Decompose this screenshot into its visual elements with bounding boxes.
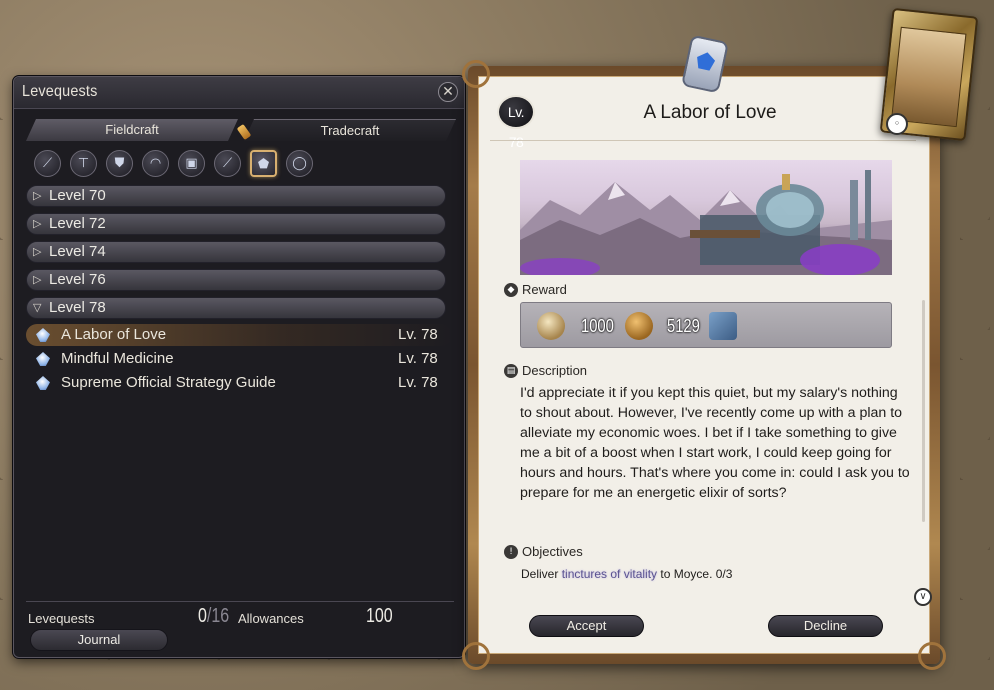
quest-level-badge: Lv. 78	[497, 95, 535, 150]
window-title: Levequests	[22, 83, 98, 100]
expand-arrow-icon: ▷	[33, 190, 42, 202]
armorer-icon[interactable]: ⛊	[106, 150, 133, 177]
allowances-value: 100	[366, 605, 393, 627]
window-titlebar[interactable]: Levequests ✕	[14, 77, 464, 109]
scroll-down-icon[interactable]: ∨	[914, 588, 932, 606]
experience-value: 1000	[581, 316, 614, 336]
collapse-arrow-icon: ▽	[33, 302, 42, 314]
levequests-window: Levequests ✕ Fieldcraft Tradecraft ⟋ ⊤ ⛊…	[13, 76, 465, 658]
exclamation-icon: !	[504, 545, 518, 559]
quest-name: Mindful Medicine	[61, 350, 174, 367]
scroll-item-icon[interactable]	[709, 312, 737, 340]
level-group-label: Level 70	[49, 187, 106, 204]
book-icon: ▤	[504, 364, 518, 378]
description-heading: Description	[522, 363, 588, 378]
reward-heading: Reward	[522, 282, 567, 297]
close-icon[interactable]: ✕	[438, 82, 458, 102]
quest-item-mindful-medicine[interactable]: Mindful Medicine Lv. 78	[26, 348, 452, 370]
levequests-count-label: Levequests	[28, 611, 95, 626]
culinarian-icon[interactable]: ◯	[286, 150, 313, 177]
leve-crystal-icon	[36, 376, 50, 390]
level-group-72[interactable]: ▷ Level 72	[26, 213, 446, 235]
frame-ornament	[462, 642, 490, 670]
level-group-70[interactable]: ▷ Level 70	[26, 185, 446, 207]
accept-button[interactable]: Accept	[529, 615, 644, 637]
quest-name: A Labor of Love	[61, 326, 167, 343]
gil-value: 5129	[667, 316, 700, 336]
quest-level: Lv. 78	[398, 326, 438, 343]
expand-arrow-icon: ▷	[33, 218, 42, 230]
description-scrollbar[interactable]	[922, 300, 925, 522]
weaver-icon[interactable]: ⟋	[214, 150, 241, 177]
level-group-78[interactable]: ▽ Level 78	[26, 297, 446, 319]
level-group-label: Level 78	[49, 299, 106, 316]
quest-name: Supreme Official Strategy Guide	[61, 374, 276, 391]
quest-level: Lv. 78	[398, 350, 438, 367]
reward-bag-icon: ◆	[504, 283, 518, 297]
alchemist-icon[interactable]: ⬟	[250, 150, 277, 177]
leve-crystal-icon	[36, 352, 50, 366]
level-group-label: Level 74	[49, 243, 106, 260]
frame-ornament	[918, 642, 946, 670]
journal-button[interactable]: Journal	[30, 629, 168, 651]
quest-title: A Labor of Love	[643, 102, 777, 123]
npc-portrait	[891, 26, 967, 128]
level-group-76[interactable]: ▷ Level 76	[26, 269, 446, 291]
goldsmith-icon[interactable]: ◠	[142, 150, 169, 177]
level-group-label: Level 76	[49, 271, 106, 288]
carpenter-icon[interactable]: ⟋	[34, 150, 61, 177]
level-group-label: Level 72	[49, 215, 106, 232]
landscape-illustration	[520, 170, 892, 275]
tab-fieldcraft[interactable]: Fieldcraft	[26, 119, 238, 141]
footer-divider	[26, 601, 454, 602]
allowances-label: Allowances	[238, 611, 304, 626]
gil-coin-icon	[625, 312, 653, 340]
quest-banner-image	[520, 160, 892, 275]
quest-level: Lv. 78	[398, 374, 438, 391]
objective-text: Deliver tinctures of vitality to Moyce. …	[521, 567, 733, 581]
levequests-count: 0/16	[198, 605, 230, 627]
scroll-corner-icon: ◦	[886, 113, 908, 135]
objective-item-link[interactable]: tinctures of vitality	[562, 567, 657, 581]
tab-tradecraft[interactable]: Tradecraft	[244, 119, 456, 141]
expand-arrow-icon: ▷	[33, 274, 42, 286]
objectives-heading: Objectives	[522, 544, 583, 559]
experience-icon	[537, 312, 565, 340]
level-group-74[interactable]: ▷ Level 74	[26, 241, 446, 263]
leatherworker-icon[interactable]: ▣	[178, 150, 205, 177]
decline-button[interactable]: Decline	[768, 615, 883, 637]
blacksmith-icon[interactable]: ⊤	[70, 150, 97, 177]
quest-item-supreme-official-strategy-guide[interactable]: Supreme Official Strategy Guide Lv. 78	[26, 372, 452, 394]
quest-item-a-labor-of-love[interactable]: A Labor of Love Lv. 78	[26, 324, 452, 346]
frame-ornament	[462, 60, 490, 88]
title-divider	[490, 140, 916, 141]
description-text: I'd appreciate it if you kept this quiet…	[520, 385, 910, 501]
craft-tabs: Fieldcraft Tradecraft	[26, 119, 456, 141]
leve-crystal-icon	[36, 328, 50, 342]
reward-panel: 1000 5129	[520, 302, 892, 348]
expand-arrow-icon: ▷	[33, 246, 42, 258]
